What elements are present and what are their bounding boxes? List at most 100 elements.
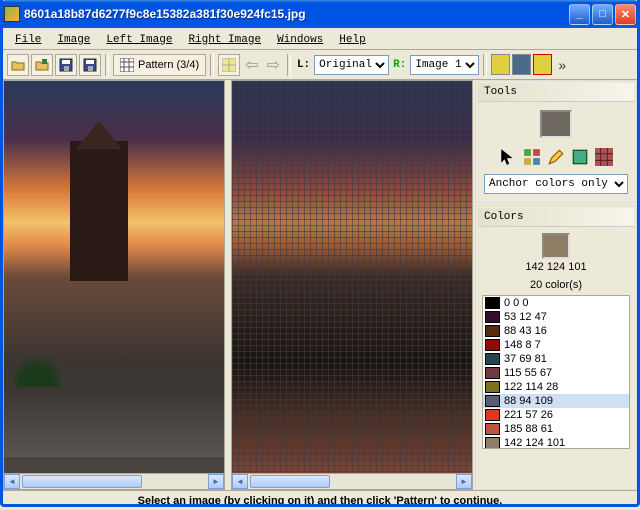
toolbar: Pattern (3/4) ⇦ ⇨ L: Original R: Image 1… [3, 50, 637, 80]
window-title: 8601a18b87d6277f9c8e15382a381f30e924fc15… [24, 7, 567, 21]
color-sample-3[interactable] [533, 54, 552, 75]
palette-chip [485, 423, 500, 435]
status-text: Select an image (by clicking on it) and … [138, 495, 503, 507]
minimize-button[interactable]: _ [569, 4, 590, 25]
palette-row[interactable]: 0 0 0 [483, 296, 629, 310]
scroll-right-button[interactable]: ► [456, 474, 472, 489]
scroll-thumb[interactable] [250, 475, 330, 488]
palette-row[interactable]: 115 55 67 [483, 366, 629, 380]
original-image [4, 81, 224, 473]
maximize-button[interactable]: □ [592, 4, 613, 25]
right-view-select[interactable]: Image 1 [410, 55, 479, 75]
left-image-panel[interactable]: ◄ ► [3, 80, 225, 490]
palette-rgb-text: 115 55 67 [504, 367, 552, 379]
scroll-left-button[interactable]: ◄ [4, 474, 20, 489]
prev-arrow[interactable]: ⇦ [242, 55, 261, 75]
palette-chip [485, 381, 500, 393]
palette-rgb-text: 53 12 47 [504, 311, 547, 323]
anchor-mode-select[interactable]: Anchor colors only [484, 174, 628, 194]
cursor-tool-icon[interactable] [499, 148, 517, 166]
palette-chip [485, 367, 500, 379]
title-bar: 8601a18b87d6277f9c8e15382a381f30e924fc15… [0, 0, 640, 28]
menu-windows[interactable]: Windows [269, 32, 331, 48]
palette-rgb-text: 122 114 28 [504, 381, 558, 393]
palette-row[interactable]: 142 124 101 [483, 436, 629, 449]
menu-left-image[interactable]: Left Image [98, 32, 180, 48]
toolbar-separator [483, 54, 487, 76]
palette-row[interactable]: 148 8 7 [483, 338, 629, 352]
palette-chip [485, 395, 500, 407]
color-sample-1[interactable] [491, 54, 510, 75]
palette-chip [485, 339, 500, 351]
horizontal-scrollbar[interactable]: ◄ ► [4, 473, 224, 489]
app-icon [4, 6, 20, 22]
palette-chip [485, 409, 500, 421]
scroll-left-button[interactable]: ◄ [232, 474, 248, 489]
grid-tool-icon[interactable] [595, 148, 613, 166]
toolbar-overflow[interactable]: » [554, 57, 570, 73]
menu-file[interactable]: File [7, 32, 49, 48]
palette-rgb-text: 185 88 61 [504, 423, 553, 435]
save-button[interactable] [55, 54, 77, 76]
palette-rgb-text: 0 0 0 [504, 297, 528, 309]
color-count-label: 20 color(s) [482, 279, 630, 291]
save-as-button[interactable] [79, 54, 101, 76]
menu-right-image[interactable]: Right Image [180, 32, 269, 48]
right-view-label: R: [391, 59, 408, 71]
horizontal-scrollbar[interactable]: ◄ ► [232, 473, 472, 489]
palette-chip [485, 311, 500, 323]
left-view-select[interactable]: Original [314, 55, 389, 75]
status-bar: Select an image (by clicking on it) and … [3, 490, 637, 510]
current-color-rgb: 142 124 101 [482, 261, 630, 273]
current-color-swatch[interactable] [542, 233, 570, 259]
scroll-thumb[interactable] [22, 475, 142, 488]
palette-rgb-text: 88 94 109 [504, 395, 553, 407]
right-image-panel[interactable]: ◄ ► [231, 80, 473, 490]
palette-rgb-text: 37 69 81 [504, 353, 547, 365]
pattern-button[interactable]: Pattern (3/4) [113, 54, 206, 76]
palette-rgb-text: 148 8 7 [504, 339, 541, 351]
colors-group: Colors 142 124 101 20 color(s) 0 0 0 53 1… [475, 205, 637, 490]
main-area: ◄ ► ◄ ► Tools [3, 80, 637, 490]
left-view-label: L: [295, 59, 312, 71]
palette-chip [485, 325, 500, 337]
grid-icon [120, 58, 134, 72]
open-folder-button[interactable] [7, 54, 29, 76]
palette-rgb-text: 142 124 101 [504, 437, 565, 449]
current-tool-color[interactable] [540, 110, 572, 138]
palette-row[interactable]: 88 94 109 [483, 394, 629, 408]
palette-row[interactable]: 221 57 26 [483, 408, 629, 422]
color-palette-list[interactable]: 0 0 0 53 12 47 88 43 16 148 8 7 37 69 81 115 … [482, 295, 630, 449]
side-panel: Tools Anchor colors only Colors 142 124 … [475, 80, 637, 490]
scroll-right-button[interactable]: ► [208, 474, 224, 489]
toolbar-separator [287, 54, 291, 76]
menu-help[interactable]: Help [331, 32, 373, 48]
palette-row[interactable]: 88 43 16 [483, 324, 629, 338]
palette-chip [485, 437, 500, 449]
image-detail [4, 387, 224, 457]
pattern-label: Pattern (3/4) [138, 59, 199, 71]
palette-row[interactable]: 37 69 81 [483, 352, 629, 366]
palette-row[interactable]: 53 12 47 [483, 310, 629, 324]
tools-group: Tools Anchor colors only [475, 80, 637, 203]
colors-header: Colors [478, 208, 634, 227]
grid-view-button[interactable] [218, 54, 240, 76]
palette-rgb-text: 88 43 16 [504, 325, 547, 337]
palette-rgb-text: 221 57 26 [504, 409, 553, 421]
palette-row[interactable]: 122 114 28 [483, 380, 629, 394]
toolbar-separator [105, 54, 109, 76]
color-picker-tool-icon[interactable] [571, 148, 589, 166]
menu-image[interactable]: Image [49, 32, 98, 48]
menu-bar: File Image Left Image Right Image Window… [3, 30, 637, 50]
pencil-tool-icon[interactable] [547, 148, 565, 166]
palette-row[interactable]: 185 88 61 [483, 422, 629, 436]
open-folder-alt-button[interactable] [31, 54, 53, 76]
tools-header: Tools [478, 83, 634, 102]
pixel-grid-overlay [232, 81, 472, 473]
palette-tool-icon[interactable] [523, 148, 541, 166]
next-arrow[interactable]: ⇨ [264, 55, 283, 75]
color-sample-2[interactable] [512, 54, 531, 75]
palette-chip [485, 353, 500, 365]
close-button[interactable]: ✕ [615, 4, 636, 25]
toolbar-separator [210, 54, 214, 76]
